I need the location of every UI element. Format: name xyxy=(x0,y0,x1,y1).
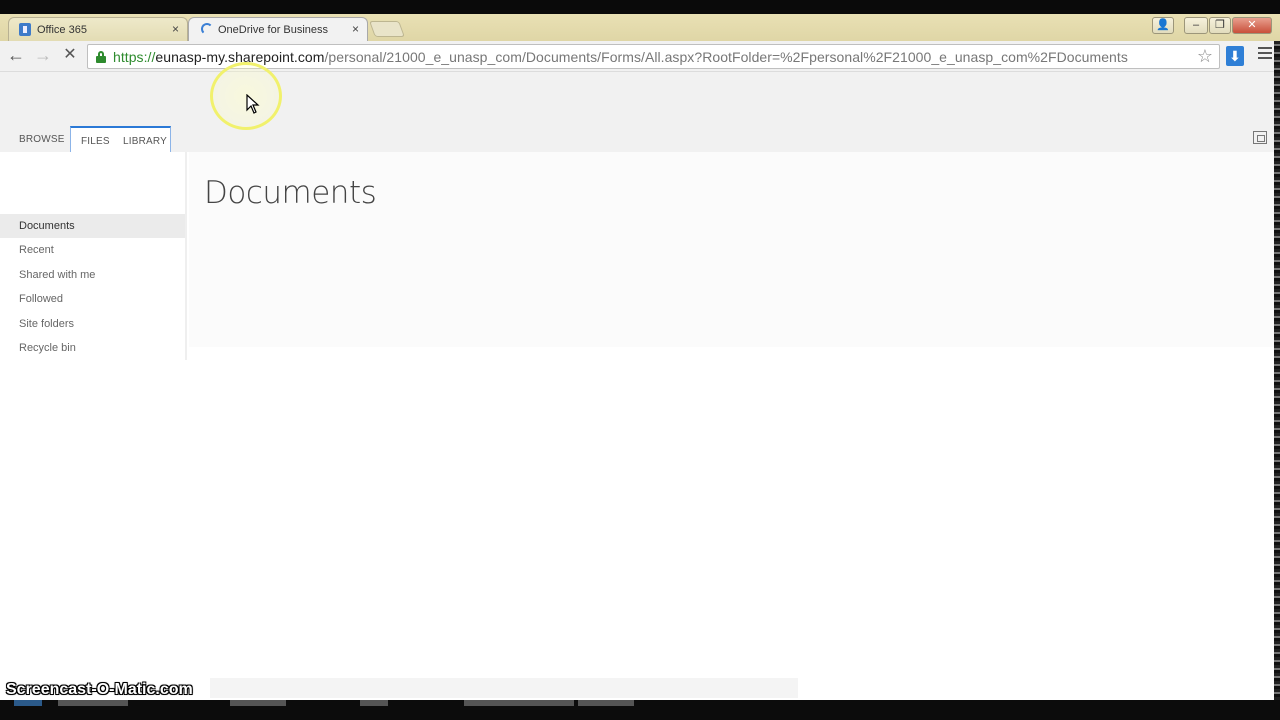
forward-button[interactable]: → xyxy=(31,45,55,67)
top-black-strip xyxy=(0,0,1280,14)
focus-on-content-icon[interactable] xyxy=(1253,131,1267,144)
watermark-text: Screencast-O-Matic.com xyxy=(6,681,193,698)
tab-browse[interactable]: BROWSE xyxy=(19,126,65,152)
horizontal-scrollbar[interactable] xyxy=(210,678,798,698)
minimize-button[interactable]: – xyxy=(1184,17,1208,34)
bookmark-star-icon[interactable]: ☆ xyxy=(1197,46,1213,67)
page-title: Documents xyxy=(204,175,377,211)
main-content: Documents xyxy=(189,152,1274,347)
nav-item-followed[interactable]: Followed xyxy=(0,287,185,311)
tab-close-icon[interactable]: × xyxy=(172,22,179,36)
office-icon xyxy=(19,23,31,36)
lock-icon xyxy=(96,51,106,63)
tab-files[interactable]: FILES xyxy=(70,126,115,152)
loading-spinner-icon xyxy=(201,23,213,35)
taskbar xyxy=(0,700,1280,720)
new-tab-button[interactable] xyxy=(369,21,405,37)
nav-item-recycle-bin[interactable]: Recycle bin xyxy=(0,336,185,360)
url-text: https://eunasp-my.sharepoint.com/persona… xyxy=(113,49,1128,65)
restore-button[interactable]: ❐ xyxy=(1209,17,1231,34)
sharepoint-ribbon: BROWSE FILES LIBRARY xyxy=(0,72,1274,152)
tab-close-icon[interactable]: × xyxy=(352,22,359,36)
screen-artifact-strip xyxy=(1274,41,1280,701)
back-button[interactable]: ← xyxy=(4,45,28,67)
tab-office-365[interactable]: Office 365 × xyxy=(8,17,188,41)
tab-onedrive-for-business[interactable]: OneDrive for Business × xyxy=(188,17,368,41)
nav-item-documents[interactable]: Documents xyxy=(0,214,185,238)
tab-library[interactable]: LIBRARY xyxy=(114,126,171,152)
left-navigation: Documents Recent Shared with me Followed… xyxy=(0,152,187,360)
nav-item-recent[interactable]: Recent xyxy=(0,238,185,262)
user-icon[interactable]: 👤 xyxy=(1152,17,1174,34)
nav-item-site-folders[interactable]: Site folders xyxy=(0,312,185,336)
close-window-button[interactable]: ✕ xyxy=(1232,17,1272,34)
browser-tab-bar: Office 365 × OneDrive for Business × 👤 –… xyxy=(0,14,1280,41)
tab-title: Office 365 xyxy=(37,24,87,36)
stop-button[interactable]: ✕ xyxy=(58,45,82,67)
download-icon[interactable]: ⬇ xyxy=(1226,46,1244,66)
menu-icon[interactable] xyxy=(1258,47,1272,61)
browser-toolbar: ← → ✕ https://eunasp-my.sharepoint.com/p… xyxy=(0,41,1280,72)
tab-title: OneDrive for Business xyxy=(218,24,329,36)
nav-item-shared-with-me[interactable]: Shared with me xyxy=(0,263,185,287)
